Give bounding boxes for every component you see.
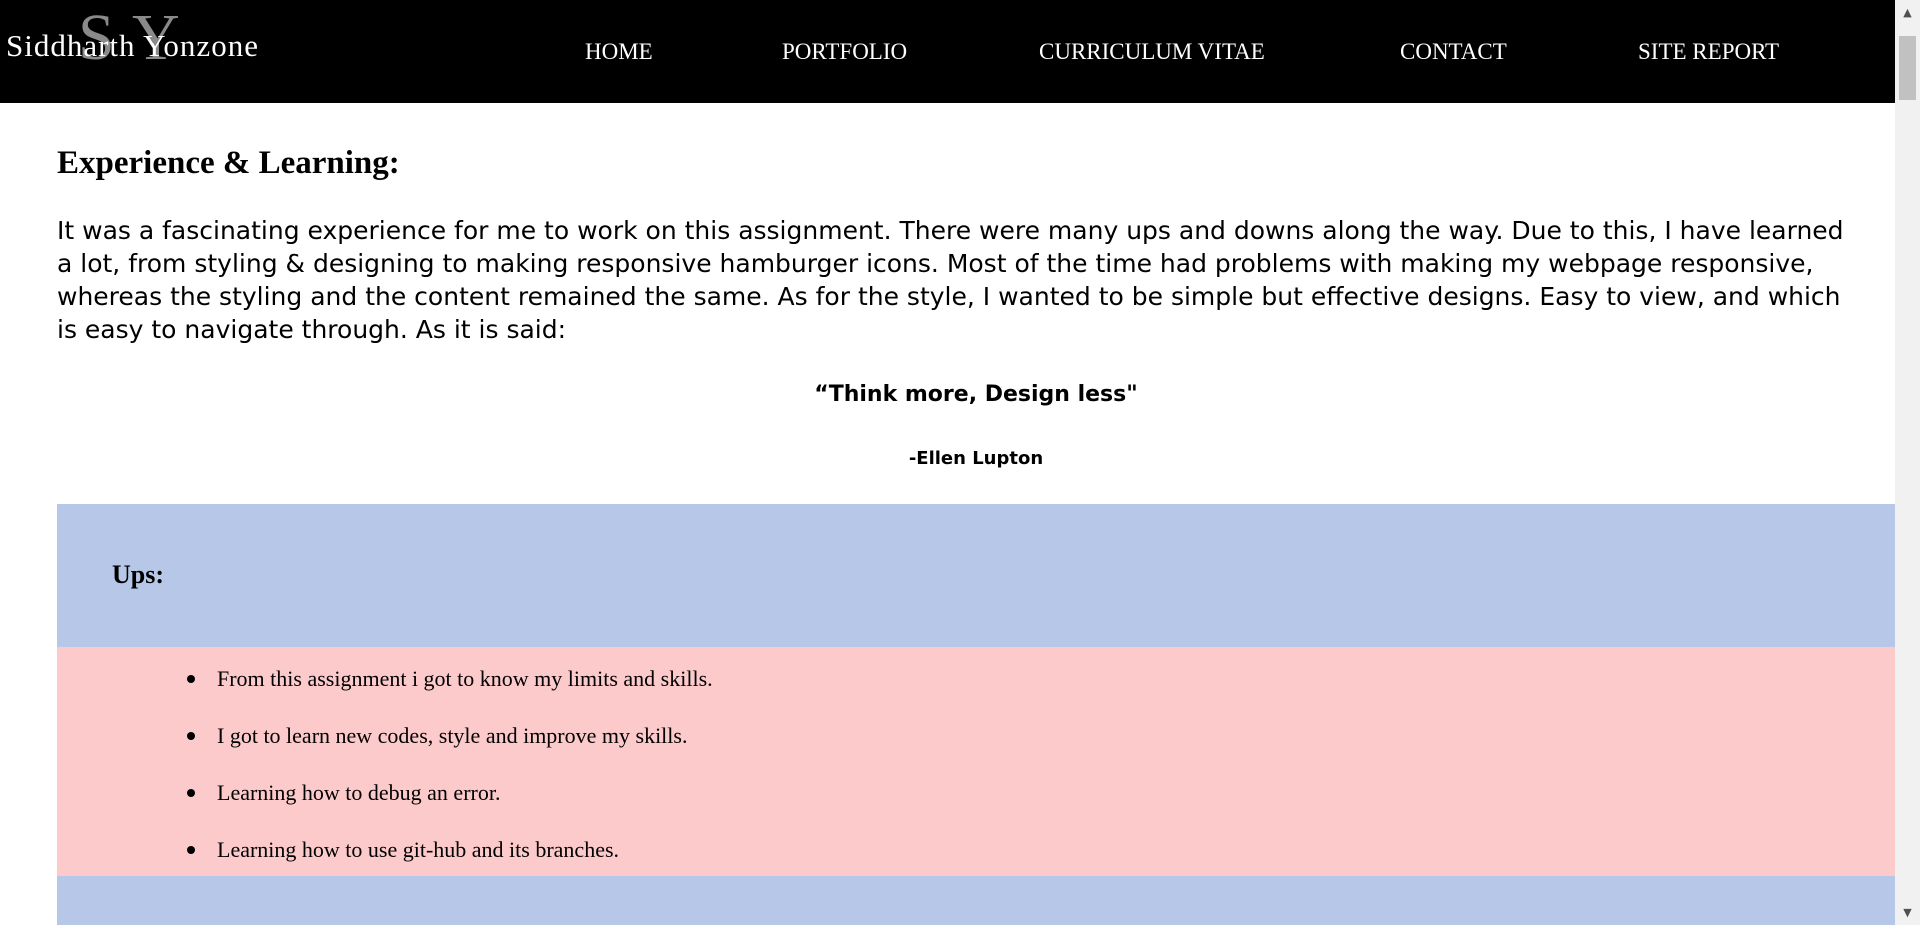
vertical-scrollbar[interactable]: ▲ ▼ (1895, 0, 1920, 925)
top-navbar: S Y Siddharth Yonzone HOME PORTFOLIO CUR… (0, 0, 1895, 103)
ups-title: Ups: (112, 560, 165, 589)
bullet-icon (187, 846, 195, 854)
list-item: I got to learn new codes, style and impr… (187, 722, 713, 779)
nav-site-report-link[interactable]: SITE REPORT (1638, 38, 1779, 66)
intro-paragraph: It was a fascinating experience for me t… (57, 216, 1844, 344)
quote-text: “Think more, Design less" (814, 382, 1138, 407)
nav-portfolio-link[interactable]: PORTFOLIO (782, 38, 907, 66)
nav-home-link[interactable]: HOME (585, 38, 653, 66)
scroll-down-arrow-icon[interactable]: ▼ (1895, 900, 1920, 925)
nav-contact-link[interactable]: CONTACT (1400, 38, 1507, 66)
page-heading: Experience & Learning: (57, 145, 400, 181)
quote-author: -Ellen Lupton (908, 448, 1044, 469)
ups-section-header: Ups: (57, 504, 1895, 647)
bullet-icon (187, 789, 195, 797)
scroll-thumb[interactable] (1899, 36, 1916, 100)
site-logo[interactable]: S Y Siddharth Yonzone (6, 5, 296, 71)
next-section-header (57, 876, 1895, 925)
nav-curriculum-vitae-link[interactable]: CURRICULUM VITAE (1039, 38, 1265, 66)
list-item-text: Learning how to use git-hub and its bran… (217, 837, 620, 862)
logo-name: Siddharth Yonzone (6, 28, 259, 63)
scroll-up-arrow-icon[interactable]: ▲ (1895, 0, 1920, 25)
bullet-icon (187, 675, 195, 683)
ups-list-box: From this assignment i got to know my li… (57, 647, 1895, 876)
list-item-text: I got to learn new codes, style and impr… (217, 723, 688, 748)
ups-list: From this assignment i got to know my li… (187, 665, 713, 893)
page: S Y Siddharth Yonzone HOME PORTFOLIO CUR… (0, 0, 1920, 925)
list-item: From this assignment i got to know my li… (187, 665, 713, 722)
bullet-icon (187, 732, 195, 740)
list-item-text: From this assignment i got to know my li… (217, 666, 713, 691)
list-item-text: Learning how to debug an error. (217, 780, 501, 805)
list-item: Learning how to debug an error. (187, 779, 713, 836)
